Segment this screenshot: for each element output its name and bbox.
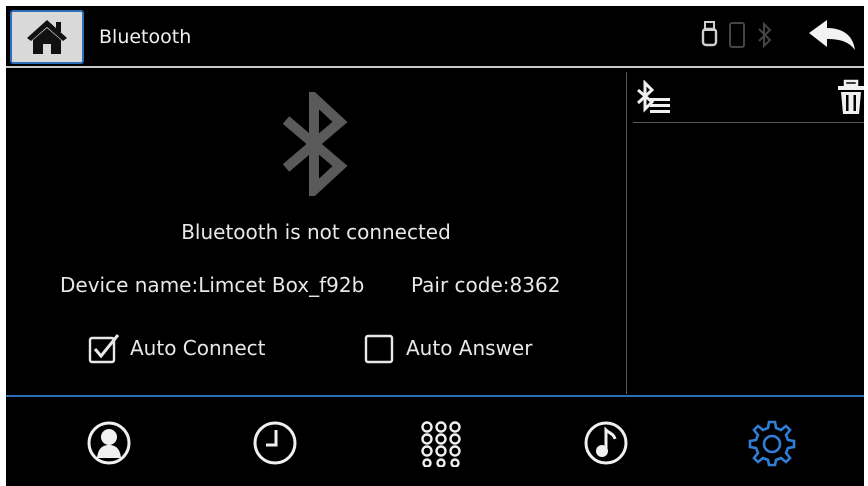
music-icon bbox=[584, 421, 628, 465]
nav-dialpad[interactable] bbox=[411, 413, 471, 473]
settings-icon bbox=[748, 420, 796, 467]
header: Bluetooth bbox=[6, 6, 864, 68]
screen: Bluetooth Bluetooth is not connected Dev… bbox=[6, 6, 864, 486]
device-info-row: Device name:Limcet Box_f92b Pair code:83… bbox=[60, 273, 560, 297]
phone-icon bbox=[729, 22, 745, 48]
header-divider bbox=[6, 66, 864, 68]
back-button[interactable] bbox=[806, 16, 858, 56]
auto-answer-label: Auto Answer bbox=[406, 336, 533, 360]
bluetooth-status-icon bbox=[758, 21, 772, 49]
bluetooth-large-icon bbox=[282, 92, 348, 196]
auto-answer-checkbox[interactable] bbox=[364, 332, 396, 364]
back-arrow-icon bbox=[809, 20, 855, 50]
nav-contacts[interactable] bbox=[79, 413, 139, 473]
pair-code: Pair code:8362 bbox=[411, 273, 561, 297]
auto-connect-option[interactable]: Auto Connect bbox=[88, 331, 266, 365]
nav-call-history[interactable] bbox=[245, 413, 305, 473]
nav-settings[interactable] bbox=[742, 413, 802, 473]
dialpad-icon bbox=[421, 421, 461, 467]
auto-connect-checkbox[interactable] bbox=[88, 332, 120, 364]
connection-status-text: Bluetooth is not connected bbox=[181, 220, 451, 244]
usb-icon bbox=[701, 21, 718, 47]
nav-music[interactable] bbox=[576, 413, 636, 473]
right-toolbar-divider bbox=[633, 122, 864, 123]
bottom-nav bbox=[6, 397, 864, 486]
contacts-icon bbox=[87, 421, 131, 465]
trash-icon[interactable] bbox=[836, 78, 864, 116]
page-title: Bluetooth bbox=[99, 26, 192, 48]
device-name: Device name:Limcet Box_f92b bbox=[60, 273, 365, 297]
auto-answer-option[interactable]: Auto Answer bbox=[364, 331, 532, 365]
panel-divider bbox=[626, 72, 627, 394]
bluetooth-device-list-icon[interactable] bbox=[634, 80, 674, 116]
auto-connect-label: Auto Connect bbox=[130, 336, 266, 360]
home-button[interactable] bbox=[10, 10, 84, 64]
home-icon bbox=[27, 20, 67, 54]
call-history-icon bbox=[253, 421, 297, 465]
